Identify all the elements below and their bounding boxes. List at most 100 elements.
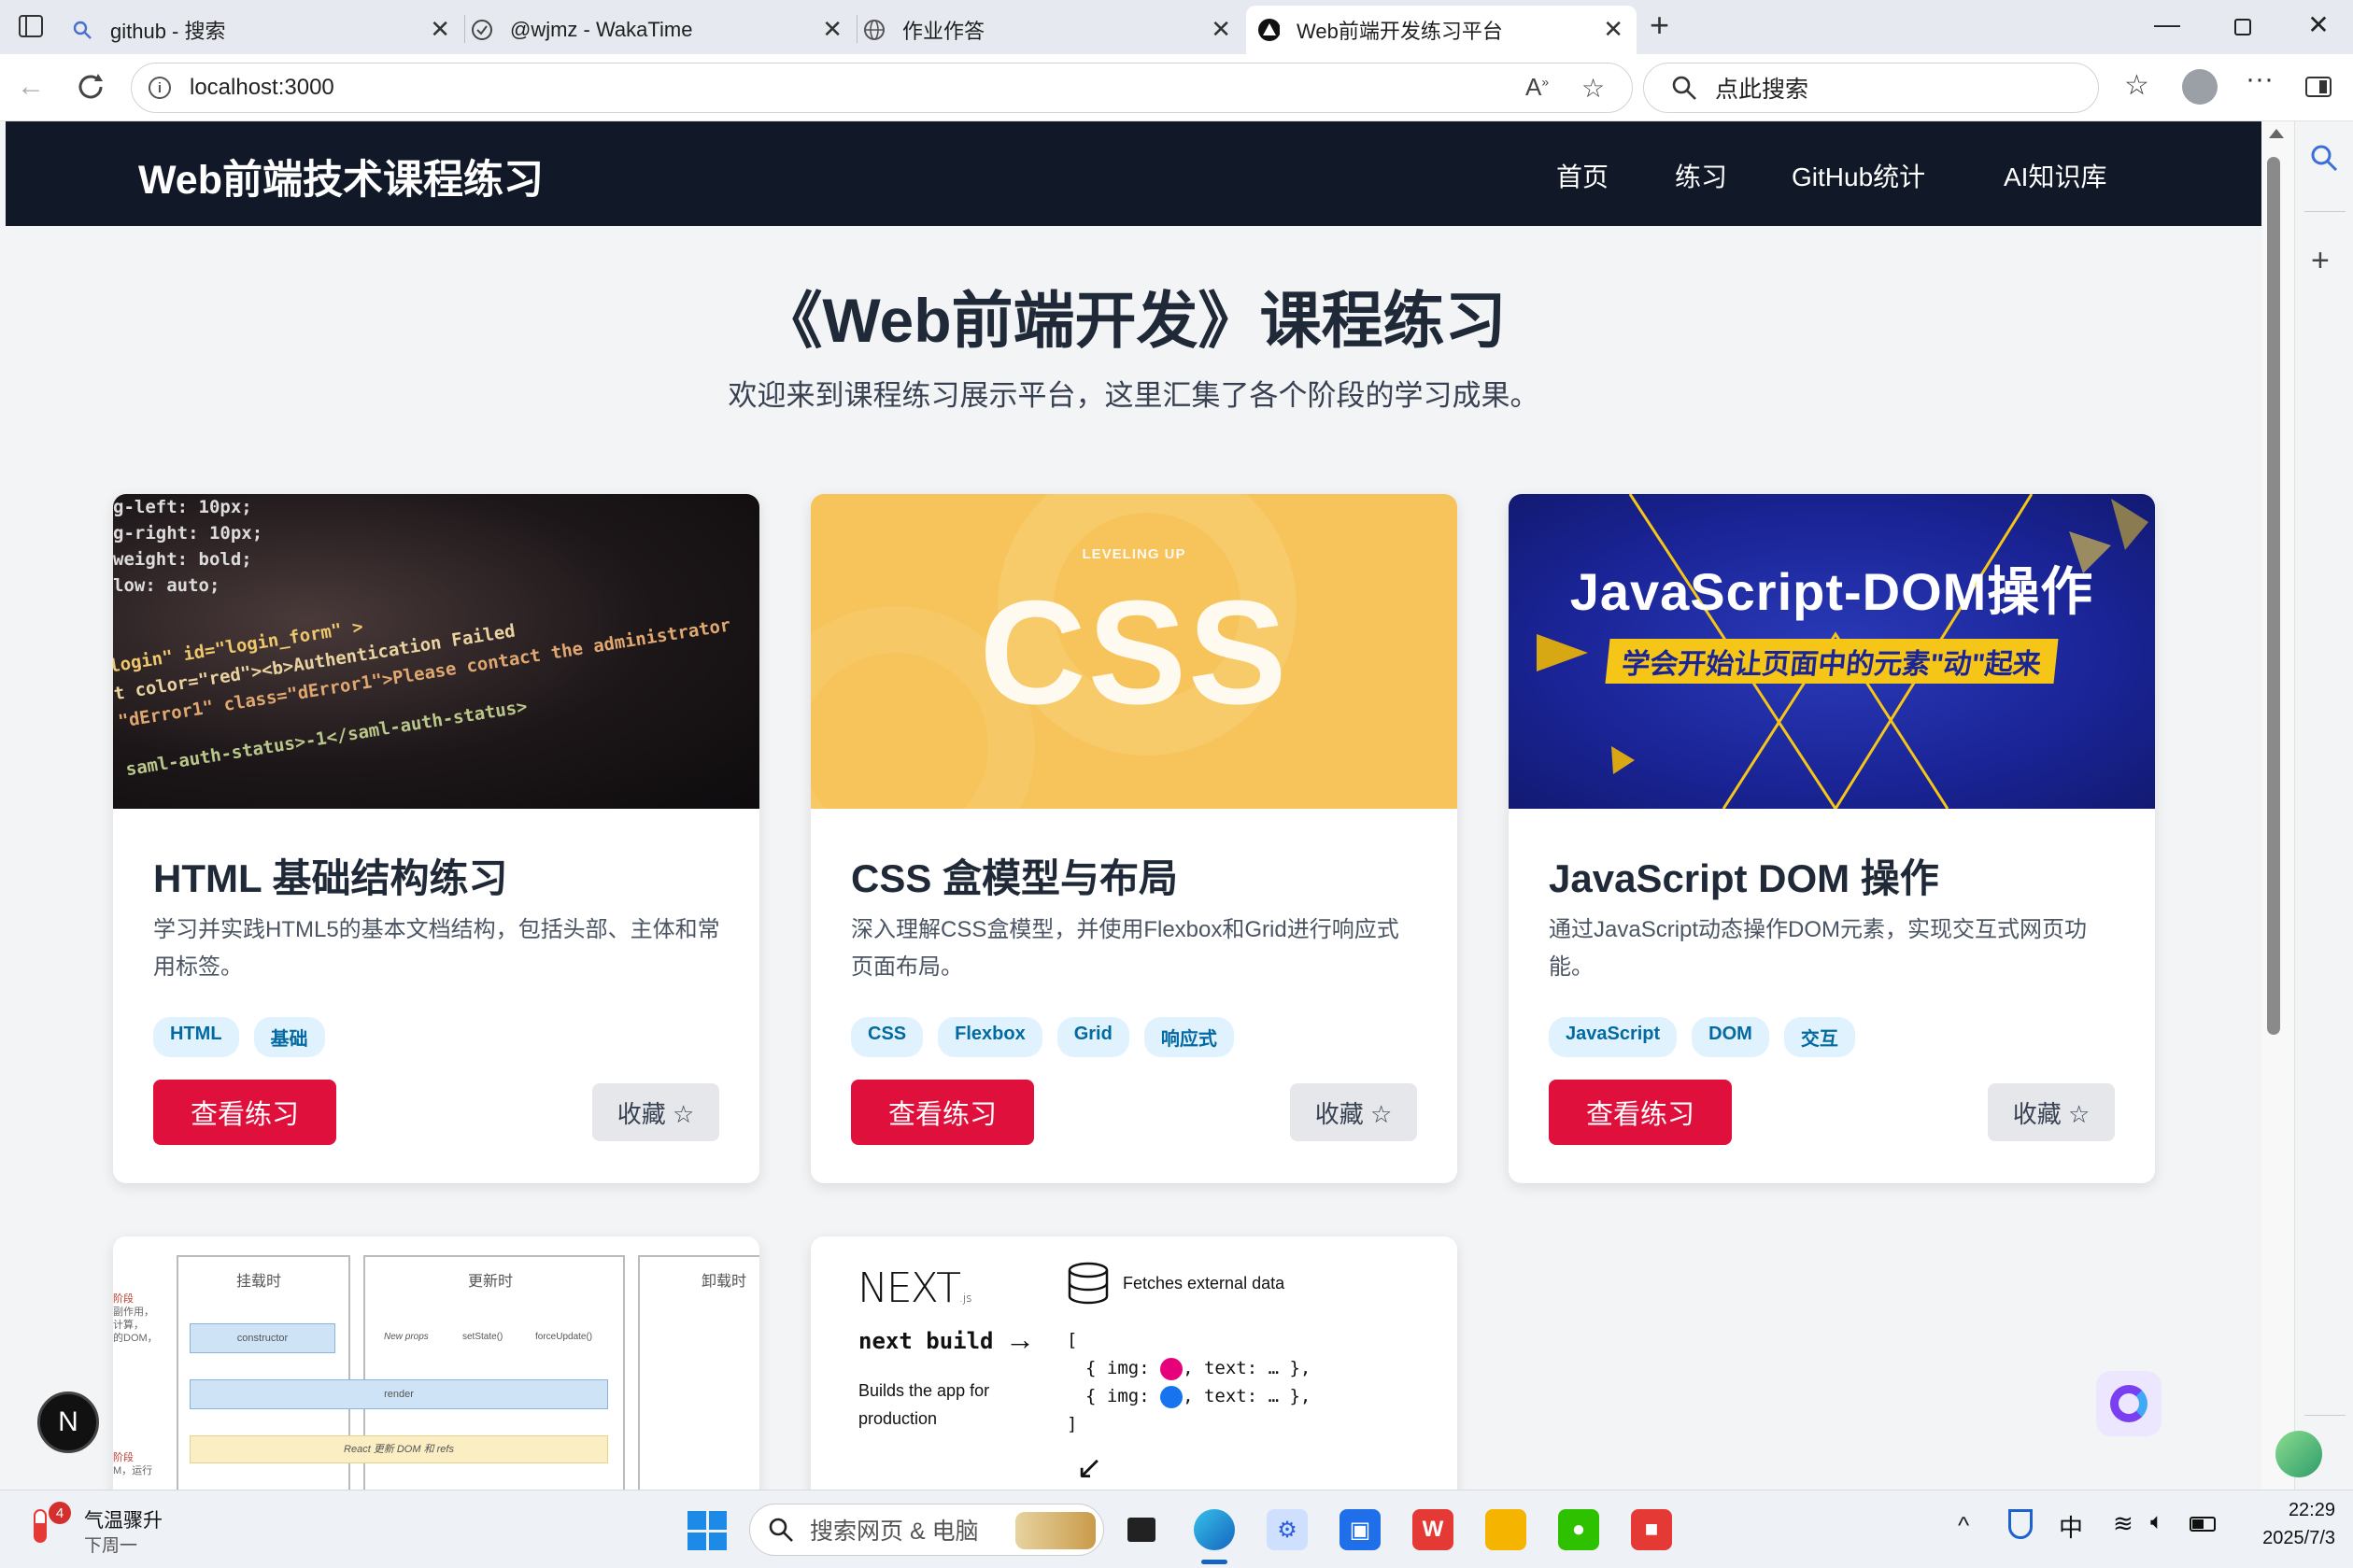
profile-avatar[interactable] bbox=[2182, 69, 2218, 105]
tag[interactable]: DOM bbox=[1692, 1017, 1769, 1057]
weather-widget[interactable]: 4 气温骤升 下周一 bbox=[28, 1502, 177, 1558]
arrow-icon: ↙ bbox=[1076, 1450, 1103, 1486]
lifecycle-label: 卸载时 bbox=[702, 1274, 747, 1290]
search-icon bbox=[769, 1518, 793, 1542]
read-aloud-icon[interactable]: A» bbox=[1525, 73, 1549, 102]
favorite-button[interactable]: 收藏 ☆ bbox=[1988, 1083, 2115, 1141]
assistant-leaf-icon[interactable] bbox=[2275, 1431, 2322, 1477]
sidebar-toggle-icon[interactable] bbox=[2305, 77, 2332, 97]
lifecycle-label: New props bbox=[384, 1332, 429, 1342]
clock-date[interactable]: 2025/7/3 bbox=[2223, 1528, 2335, 1549]
lifecycle-label: 更新时 bbox=[468, 1274, 514, 1290]
tag[interactable]: 响应式 bbox=[1143, 1017, 1234, 1057]
tab-github-search[interactable]: github - 搜索 ✕ bbox=[71, 6, 463, 54]
wps-office-icon[interactable]: W bbox=[1412, 1509, 1453, 1550]
back-icon[interactable]: ← bbox=[17, 71, 45, 103]
database-icon bbox=[1068, 1262, 1109, 1305]
taskbar-search[interactable]: 搜索网页 & 电脑 bbox=[749, 1504, 1104, 1556]
url-bar[interactable]: i localhost:3000 A» ☆ bbox=[131, 63, 1633, 113]
lifecycle-side-label: 阶段 bbox=[113, 1452, 134, 1463]
minimize-button[interactable]: — bbox=[2148, 9, 2186, 39]
nav-practice[interactable]: 练习 bbox=[1675, 157, 1727, 194]
view-practice-button[interactable]: 查看练习 bbox=[153, 1080, 336, 1145]
file-explorer-icon[interactable] bbox=[1485, 1509, 1526, 1550]
security-shield-icon[interactable] bbox=[2008, 1509, 2033, 1539]
active-indicator bbox=[1201, 1560, 1227, 1564]
favorite-button[interactable]: 收藏 ☆ bbox=[592, 1083, 719, 1141]
close-icon[interactable]: ✕ bbox=[1211, 15, 1231, 44]
start-button[interactable] bbox=[687, 1511, 727, 1550]
add-icon[interactable]: + bbox=[2311, 243, 2330, 279]
site-info-icon[interactable]: i bbox=[149, 77, 171, 99]
tab-wakatime[interactable]: @wjmz - WakaTime ✕ bbox=[471, 6, 856, 54]
favorite-star-icon[interactable]: ☆ bbox=[1581, 73, 1605, 104]
code-bracket: ] bbox=[1067, 1414, 1078, 1434]
tab-title: @wjmz - WakaTime bbox=[510, 18, 693, 41]
code-bracket: [ bbox=[1067, 1330, 1078, 1350]
ai-assistant-icon[interactable] bbox=[2096, 1371, 2162, 1436]
card-image-react-lifecycle: 挂载时 更新时 卸载时 constructor New props setSta… bbox=[113, 1236, 759, 1490]
nav-home[interactable]: 首页 bbox=[1556, 157, 1609, 194]
refresh-icon[interactable] bbox=[75, 71, 106, 107]
nav-github-stats[interactable]: GitHub统计 bbox=[1792, 157, 1925, 194]
tag[interactable]: 基础 bbox=[253, 1017, 325, 1057]
volume-mute-icon[interactable]: 🔈︎ bbox=[2150, 1509, 2163, 1535]
image-caption-big: JavaScript-DOM操作 bbox=[1569, 562, 2094, 621]
tab-web-platform[interactable]: Web前端开发练习平台 ✕ bbox=[1246, 6, 1637, 54]
close-icon[interactable]: ✕ bbox=[1603, 15, 1623, 44]
battery-icon[interactable] bbox=[2190, 1517, 2216, 1532]
close-icon[interactable]: ✕ bbox=[822, 15, 843, 44]
nav-ai-knowledge[interactable]: AI知识库 bbox=[2004, 157, 2106, 194]
close-icon[interactable]: ✕ bbox=[430, 15, 450, 44]
edge-browser-icon[interactable] bbox=[1194, 1509, 1235, 1550]
nextjs-icon bbox=[1257, 19, 1280, 41]
restore-button[interactable] bbox=[2234, 19, 2251, 35]
wifi-icon[interactable]: ≋ bbox=[2113, 1509, 2133, 1538]
nextjs-dev-badge[interactable]: N bbox=[37, 1391, 99, 1453]
task-view-icon[interactable] bbox=[1121, 1509, 1162, 1550]
tab-title: github - 搜索 bbox=[110, 20, 226, 43]
lifecycle-box: render bbox=[190, 1379, 608, 1409]
practice-card-html: g-left: 10px; g-right: 10px; weight: bol… bbox=[113, 494, 759, 1183]
favorite-button[interactable]: 收藏 ☆ bbox=[1290, 1083, 1417, 1141]
tray-chevron-icon[interactable]: ^ bbox=[1958, 1511, 1969, 1540]
tag[interactable]: JavaScript bbox=[1549, 1017, 1678, 1057]
scrollbar-thumb[interactable] bbox=[2267, 157, 2280, 1035]
more-menu-icon[interactable]: ··· bbox=[2246, 64, 2274, 95]
tag[interactable]: Flexbox bbox=[938, 1017, 1042, 1057]
tag[interactable]: 交互 bbox=[1783, 1017, 1855, 1057]
site-logo[interactable]: Web前端技术课程练习 bbox=[138, 148, 544, 205]
wechat-icon[interactable]: ● bbox=[1558, 1509, 1599, 1550]
card-description: 深入理解CSS盒模型，并使用Flexbox和Grid进行响应式页面布局。 bbox=[851, 917, 1399, 980]
search-icon[interactable] bbox=[2308, 142, 2340, 174]
fetch-label: Fetches external data bbox=[1123, 1274, 1285, 1293]
code-line: weight: bold; bbox=[113, 549, 252, 570]
red-app-icon[interactable]: ■ bbox=[1631, 1509, 1672, 1550]
lifecycle-side-label: 的DOM， bbox=[113, 1333, 158, 1344]
lifecycle-label: setState() bbox=[462, 1332, 503, 1342]
app-store-icon[interactable]: ▣ bbox=[1340, 1509, 1381, 1550]
tab-homework[interactable]: 作业作答 ✕ bbox=[863, 6, 1244, 54]
tag[interactable]: Grid bbox=[1056, 1017, 1129, 1057]
browser-search-box[interactable]: 点此搜索 bbox=[1643, 63, 2099, 113]
code-line: { img: , text: … }, bbox=[1085, 1357, 1311, 1380]
view-practice-button[interactable]: 查看练习 bbox=[1549, 1080, 1732, 1145]
address-toolbar: ← i localhost:3000 A» ☆ 点此搜索 ☆ ··· bbox=[0, 54, 2353, 121]
favorites-icon[interactable]: ☆ bbox=[2124, 69, 2149, 102]
close-window-button[interactable]: ✕ bbox=[2300, 9, 2337, 40]
code-line: low: auto; bbox=[113, 575, 220, 596]
new-tab-button[interactable]: + bbox=[1650, 6, 1669, 45]
lifecycle-label: forceUpdate() bbox=[535, 1332, 593, 1342]
card-title: JavaScript DOM 操作 bbox=[1549, 856, 1939, 900]
tag[interactable]: HTML bbox=[153, 1017, 239, 1057]
ime-indicator[interactable]: 中 bbox=[2059, 1509, 2083, 1544]
practice-card-react-lifecycle: 挂载时 更新时 卸载时 constructor New props setSta… bbox=[113, 1236, 759, 1490]
code-line: { img: , text: … }, bbox=[1085, 1385, 1311, 1408]
clock-time[interactable]: 22:29 bbox=[2242, 1500, 2335, 1521]
view-practice-button[interactable]: 查看练习 bbox=[851, 1080, 1034, 1145]
settings-gear-icon[interactable]: ⚙ bbox=[1267, 1509, 1308, 1550]
tab-actions-icon[interactable] bbox=[19, 15, 43, 37]
globe-icon bbox=[863, 19, 886, 41]
tag[interactable]: CSS bbox=[851, 1017, 924, 1057]
thermometer-icon bbox=[34, 1509, 47, 1543]
